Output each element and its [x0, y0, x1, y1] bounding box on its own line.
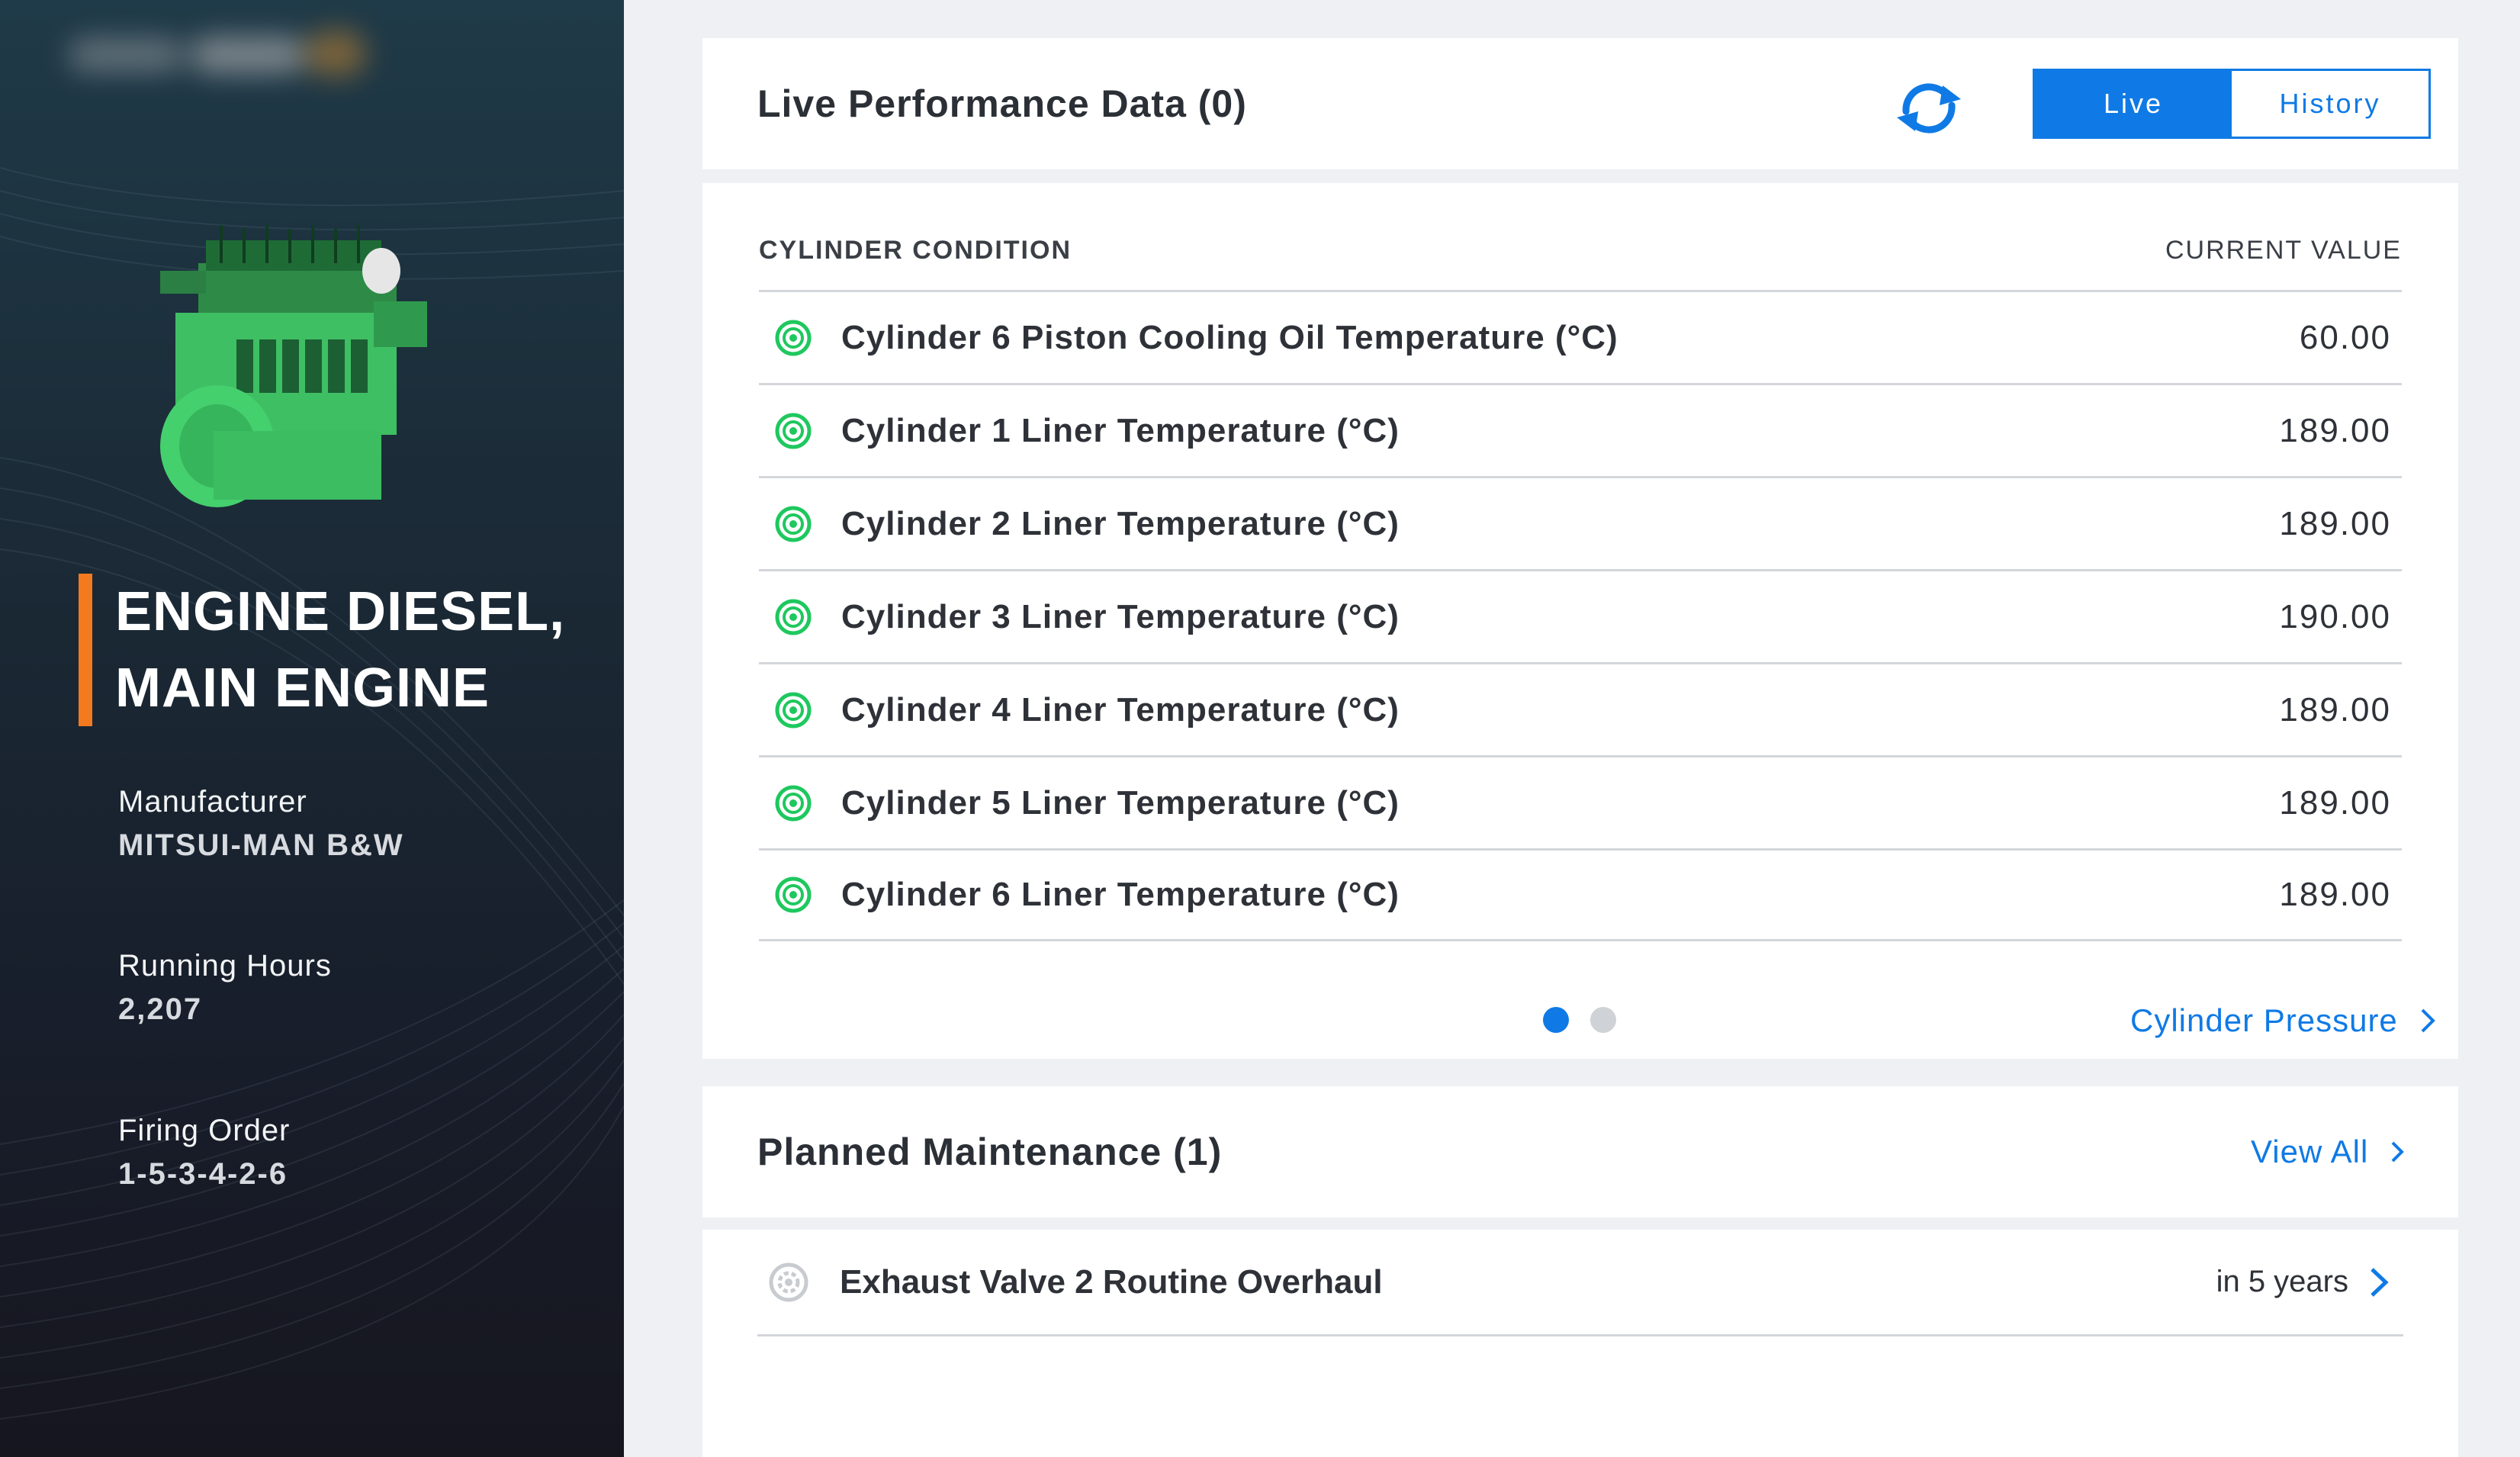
chevron-right-icon: [2391, 1141, 2405, 1163]
planned-maintenance-title: Planned Maintenance (1): [757, 1131, 1223, 1173]
table-row[interactable]: Cylinder 6 Liner Temperature (°C) 189.00: [759, 848, 2402, 941]
table-row[interactable]: Cylinder 4 Liner Temperature (°C) 189.00: [759, 662, 2402, 755]
running-hours-block: Running Hours 2,207: [118, 944, 576, 1031]
chevron-right-icon[interactable]: [2368, 1266, 2390, 1299]
planned-maintenance-list: Exhaust Valve 2 Routine Overhaul in 5 ye…: [702, 1230, 2458, 1457]
row-label: Cylinder 6 Piston Cooling Oil Temperatur…: [841, 318, 1618, 356]
manufacturer-label: Manufacturer: [118, 785, 307, 819]
toggle-live[interactable]: Live: [2035, 71, 2232, 137]
cylinder-table: Cylinder 6 Piston Cooling Oil Temperatur…: [759, 290, 2402, 941]
view-all-label: View All: [2251, 1134, 2369, 1169]
row-label: Cylinder 3 Liner Temperature (°C): [841, 597, 1400, 635]
table-row[interactable]: Cylinder 6 Piston Cooling Oil Temperatur…: [759, 290, 2402, 383]
status-ok-icon: [775, 785, 812, 821]
manufacturer-value: MITSUI-MAN B&W: [118, 828, 404, 862]
status-ok-icon: [775, 506, 812, 542]
list-item[interactable]: Exhaust Valve 2 Routine Overhaul in 5 ye…: [757, 1230, 2403, 1336]
asset-title: ENGINE DIESEL, MAIN ENGINE: [79, 574, 597, 726]
row-value: 189.00: [2279, 411, 2391, 449]
toggle-history[interactable]: History: [2232, 71, 2428, 137]
maintenance-item-due: in 5 years: [2216, 1265, 2348, 1298]
row-value: 189.00: [2279, 690, 2391, 728]
chevron-right-icon: [2421, 1008, 2435, 1033]
page-dot-1[interactable]: [1543, 1007, 1569, 1033]
blurred-logo: [61, 15, 366, 92]
maintenance-item-name: Exhaust Valve 2 Routine Overhaul: [840, 1262, 1383, 1301]
pagination-dots: [1543, 1007, 1616, 1033]
status-ok-icon: [775, 876, 812, 913]
table-row[interactable]: Cylinder 3 Liner Temperature (°C) 190.00: [759, 569, 2402, 662]
row-label: Cylinder 5 Liner Temperature (°C): [841, 783, 1400, 822]
maintenance-gear-icon: [769, 1262, 808, 1301]
manufacturer-block: Manufacturer MITSUI-MAN B&W: [118, 780, 576, 867]
planned-maintenance-header: Planned Maintenance (1) View All: [702, 1086, 2458, 1217]
asset-sidebar: ENGINE DIESEL, MAIN ENGINE Manufacturer …: [0, 0, 624, 1457]
row-label: Cylinder 1 Liner Temperature (°C): [841, 411, 1400, 449]
firing-order-block: Firing Order 1-5-3-4-2-6: [118, 1108, 576, 1195]
table-row[interactable]: Cylinder 5 Liner Temperature (°C) 189.00: [759, 755, 2402, 848]
view-all-link[interactable]: View All: [2251, 1086, 2405, 1217]
column-header-condition: CYLINDER CONDITION: [759, 235, 1072, 265]
row-label: Cylinder 4 Liner Temperature (°C): [841, 690, 1400, 728]
live-performance-header: Live Performance Data (0) Live History: [702, 38, 2458, 169]
status-ok-icon: [775, 599, 812, 635]
row-value: 189.00: [2279, 504, 2391, 542]
status-ok-icon: [775, 692, 812, 728]
row-label: Cylinder 6 Liner Temperature (°C): [841, 876, 1400, 913]
cylinder-pressure-label: Cylinder Pressure: [2130, 1002, 2398, 1038]
cylinder-pressure-link[interactable]: Cylinder Pressure: [2130, 996, 2436, 1045]
column-header-value: CURRENT VALUE: [2165, 235, 2402, 265]
running-hours-value: 2,207: [118, 992, 203, 1026]
row-value: 60.00: [2299, 318, 2391, 356]
row-value: 189.00: [2279, 783, 2391, 822]
live-history-toggle[interactable]: Live History: [2033, 69, 2431, 139]
row-label: Cylinder 2 Liner Temperature (°C): [841, 504, 1400, 542]
row-value: 189.00: [2279, 876, 2391, 913]
asset-title-line-1: ENGINE DIESEL,: [115, 581, 566, 642]
cylinder-condition-panel: CYLINDER CONDITION CURRENT VALUE Cylinde…: [702, 183, 2458, 1059]
live-performance-title: Live Performance Data (0): [757, 82, 1247, 125]
engine-image: [160, 225, 427, 507]
table-row[interactable]: Cylinder 1 Liner Temperature (°C) 189.00: [759, 383, 2402, 476]
refresh-icon[interactable]: [1892, 79, 1966, 137]
table-header: CYLINDER CONDITION CURRENT VALUE: [759, 223, 2402, 278]
firing-order-label: Firing Order: [118, 1114, 291, 1147]
status-ok-icon: [775, 320, 812, 355]
page-dot-2[interactable]: [1590, 1007, 1616, 1033]
asset-title-line-2: MAIN ENGINE: [115, 658, 490, 719]
table-row[interactable]: Cylinder 2 Liner Temperature (°C) 189.00: [759, 476, 2402, 569]
status-ok-icon: [775, 413, 812, 449]
row-value: 190.00: [2279, 597, 2391, 635]
running-hours-label: Running Hours: [118, 949, 332, 983]
firing-order-value: 1-5-3-4-2-6: [118, 1157, 288, 1191]
